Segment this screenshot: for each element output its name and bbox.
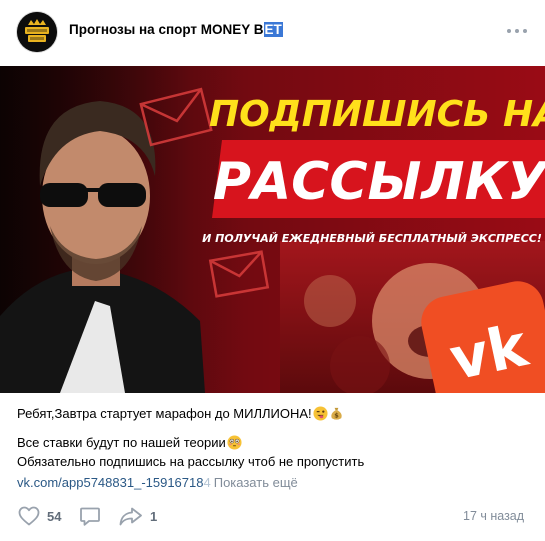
winking-tongue-emoji-icon	[313, 406, 328, 421]
post-text-line-2-text: Все ставки будут по нашей теории	[17, 435, 226, 450]
subscribe-banner: ПОДПИШИСЬ НА РАССЫЛКУ И ПОЛУЧАЙ ЕЖЕДНЕВН…	[0, 66, 545, 393]
comment-button[interactable]	[78, 504, 102, 528]
post-text-line-1: Ребят,Завтра стартует марафон до МИЛЛИОН…	[17, 404, 344, 423]
like-count: 54	[47, 508, 62, 524]
post-footer: 54 1 17 ч назад	[0, 498, 545, 534]
post-image[interactable]: ПОДПИШИСЬ НА РАССЫЛКУ И ПОЛУЧАЙ ЕЖЕДНЕВН…	[0, 66, 545, 393]
post-timestamp[interactable]: 17 ч назад	[463, 509, 524, 523]
banner-caption: И ПОЛУЧАЙ ЕЖЕДНЕВНЫЙ БЕСПЛАТНЫЙ ЭКСПРЕСС…	[202, 232, 542, 245]
page-name-main: Прогнозы на спорт MONEY B	[69, 22, 264, 37]
comment-icon	[80, 507, 100, 526]
money-bag-emoji-icon: $	[331, 407, 342, 420]
flushed-face-emoji-icon	[227, 435, 242, 450]
share-button[interactable]: 1	[118, 504, 157, 528]
banner-title: ПОДПИШИСЬ НА	[209, 94, 545, 135]
banner-subtitle: РАССЫЛКУ	[213, 152, 545, 212]
post-text-line-2: Все ставки будут по нашей теории	[17, 433, 242, 452]
svg-text:$: $	[334, 412, 339, 420]
page-name[interactable]: Прогнозы на спорт MONEY BET	[69, 22, 283, 37]
post-link-faded: 4	[203, 475, 211, 490]
post-link[interactable]: vk.com/app5748831_-15916718	[17, 475, 203, 490]
post-text-line-3: Обязательно подпишись на рассылку чтоб н…	[17, 454, 365, 469]
money-bet-logo-icon	[17, 12, 57, 52]
post-text-line-4: vk.com/app5748831_-159167184 Показать ещё	[17, 473, 298, 492]
share-count: 1	[150, 508, 158, 524]
post-text-line-1-text: Ребят,Завтра стартует марафон до МИЛЛИОН…	[17, 406, 312, 421]
heart-icon	[18, 506, 40, 526]
show-more-link[interactable]: Показать ещё	[214, 475, 298, 490]
more-dots-icon[interactable]	[505, 22, 529, 38]
like-button[interactable]: 54	[17, 504, 61, 528]
page-name-selection: ET	[263, 22, 283, 37]
post-header: Прогнозы на спорт MONEY BET	[0, 0, 545, 66]
share-icon	[119, 507, 142, 526]
avatar[interactable]	[17, 12, 57, 52]
